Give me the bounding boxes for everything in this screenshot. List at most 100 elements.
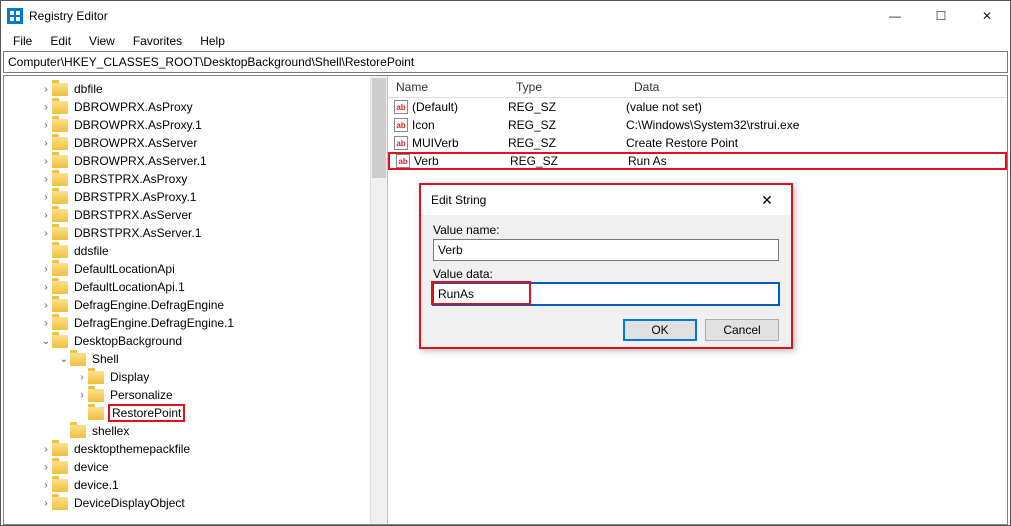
tree-item-label: DefaultLocationApi.1 <box>72 280 187 294</box>
value-data: (value not set) <box>626 100 1007 114</box>
expander-icon[interactable] <box>40 444 52 455</box>
tree-item-label: DBRSTPRX.AsProxy.1 <box>72 190 198 204</box>
folder-icon <box>52 335 68 348</box>
scrollbar-thumb[interactable] <box>372 78 386 178</box>
tree-item[interactable]: DBROWPRX.AsProxy.1 <box>4 116 387 134</box>
value-name: Icon <box>412 118 508 132</box>
menu-file[interactable]: File <box>5 32 40 50</box>
expander-icon[interactable] <box>40 300 52 311</box>
expander-icon[interactable] <box>40 462 52 473</box>
tree-item[interactable]: Shell <box>4 350 387 368</box>
tree-item[interactable]: DBROWPRX.AsServer <box>4 134 387 152</box>
menu-edit[interactable]: Edit <box>42 32 79 50</box>
folder-icon <box>88 389 104 402</box>
expander-icon[interactable] <box>40 282 52 293</box>
tree-item[interactable]: shellex <box>4 422 387 440</box>
edit-string-dialog: Edit String ✕ Value name: Value data: OK… <box>419 183 793 349</box>
value-name: Verb <box>414 154 510 168</box>
tree-item[interactable]: DBRSTPRX.AsServer.1 <box>4 224 387 242</box>
tree[interactable]: dbfile DBROWPRX.AsProxy DBROWPRX.AsProxy.1… <box>4 76 387 516</box>
tree-item[interactable]: DefaultLocationApi <box>4 260 387 278</box>
tree-item-label: DeviceDisplayObject <box>72 496 187 510</box>
value-row[interactable]: MUIVerbREG_SZCreate Restore Point <box>388 134 1007 152</box>
values-list[interactable]: (Default)REG_SZ(value not set)IconREG_SZ… <box>388 98 1007 170</box>
expander-icon[interactable] <box>40 84 52 95</box>
value-data-label: Value data: <box>433 267 779 281</box>
tree-item[interactable]: dbfile <box>4 80 387 98</box>
expander-icon[interactable] <box>40 480 52 491</box>
expander-icon[interactable] <box>40 336 52 347</box>
expander-icon[interactable] <box>40 102 52 113</box>
tree-item[interactable]: DeviceDisplayObject <box>4 494 387 512</box>
value-row[interactable]: IconREG_SZC:\Windows\System32\rstrui.exe <box>388 116 1007 134</box>
tree-item-label: Display <box>108 370 151 384</box>
menu-help[interactable]: Help <box>192 32 233 50</box>
tree-item[interactable]: DefaultLocationApi.1 <box>4 278 387 296</box>
tree-item[interactable]: ddsfile <box>4 242 387 260</box>
folder-icon <box>52 299 68 312</box>
expander-icon[interactable] <box>40 498 52 509</box>
tree-item[interactable]: DBRSTPRX.AsProxy <box>4 170 387 188</box>
tree-item-label: Personalize <box>108 388 175 402</box>
tree-item[interactable]: Personalize <box>4 386 387 404</box>
menu-view[interactable]: View <box>81 32 123 50</box>
tree-pane: dbfile DBROWPRX.AsProxy DBROWPRX.AsProxy.1… <box>4 76 388 524</box>
tree-item[interactable]: DBROWPRX.AsProxy <box>4 98 387 116</box>
tree-item[interactable]: device.1 <box>4 476 387 494</box>
tree-item[interactable]: DesktopBackground <box>4 332 387 350</box>
tree-item[interactable]: desktopthemepackfile <box>4 440 387 458</box>
expander-icon[interactable] <box>40 192 52 203</box>
titlebar[interactable]: Registry Editor — ☐ ✕ <box>1 1 1010 31</box>
expander-icon[interactable] <box>40 174 52 185</box>
expander-icon[interactable] <box>40 138 52 149</box>
value-row[interactable]: (Default)REG_SZ(value not set) <box>388 98 1007 116</box>
tree-item[interactable]: DBRSTPRX.AsProxy.1 <box>4 188 387 206</box>
col-name[interactable]: Name <box>388 80 508 94</box>
maximize-button[interactable]: ☐ <box>918 1 964 31</box>
value-name-input[interactable] <box>433 239 779 261</box>
tree-item-label: DBROWPRX.AsServer.1 <box>72 154 209 168</box>
col-data[interactable]: Data <box>626 80 1007 94</box>
value-data-input[interactable] <box>433 283 779 305</box>
tree-scrollbar[interactable] <box>370 76 387 524</box>
value-row[interactable]: VerbREG_SZRun As <box>388 152 1007 170</box>
dialog-title: Edit String <box>431 193 753 207</box>
string-value-icon <box>394 118 408 132</box>
expander-icon[interactable] <box>40 120 52 131</box>
tree-item[interactable]: DefragEngine.DefragEngine <box>4 296 387 314</box>
tree-item[interactable]: RestorePoint <box>4 404 387 422</box>
expander-icon[interactable] <box>76 372 88 383</box>
tree-item-label: DefragEngine.DefragEngine.1 <box>72 316 236 330</box>
folder-icon <box>52 245 68 258</box>
tree-item-label: ddsfile <box>72 244 111 258</box>
menu-favorites[interactable]: Favorites <box>125 32 190 50</box>
expander-icon[interactable] <box>76 390 88 401</box>
expander-icon[interactable] <box>40 318 52 329</box>
folder-icon <box>88 371 104 384</box>
address-bar[interactable]: Computer\HKEY_CLASSES_ROOT\DesktopBackgr… <box>3 51 1008 73</box>
expander-icon[interactable] <box>58 354 70 365</box>
tree-item[interactable]: DBROWPRX.AsServer.1 <box>4 152 387 170</box>
tree-item[interactable]: device <box>4 458 387 476</box>
col-type[interactable]: Type <box>508 80 626 94</box>
ok-button[interactable]: OK <box>623 319 697 341</box>
folder-icon <box>70 425 86 438</box>
expander-icon[interactable] <box>40 264 52 275</box>
close-button[interactable]: ✕ <box>964 1 1010 31</box>
minimize-button[interactable]: — <box>872 1 918 31</box>
tree-item-label: dbfile <box>72 82 105 96</box>
tree-item[interactable]: DBRSTPRX.AsServer <box>4 206 387 224</box>
folder-icon <box>52 461 68 474</box>
dialog-close-button[interactable]: ✕ <box>753 192 781 209</box>
expander-icon[interactable] <box>40 228 52 239</box>
tree-item-label: device.1 <box>72 478 121 492</box>
expander-icon[interactable] <box>40 156 52 167</box>
dialog-titlebar[interactable]: Edit String ✕ <box>421 185 791 215</box>
tree-item-label: DBROWPRX.AsProxy <box>72 100 195 114</box>
expander-icon[interactable] <box>40 210 52 221</box>
tree-item-label: DBRSTPRX.AsServer <box>72 208 194 222</box>
cancel-button[interactable]: Cancel <box>705 319 779 341</box>
tree-item[interactable]: Display <box>4 368 387 386</box>
tree-item[interactable]: DefragEngine.DefragEngine.1 <box>4 314 387 332</box>
tree-item-label: device <box>72 460 111 474</box>
